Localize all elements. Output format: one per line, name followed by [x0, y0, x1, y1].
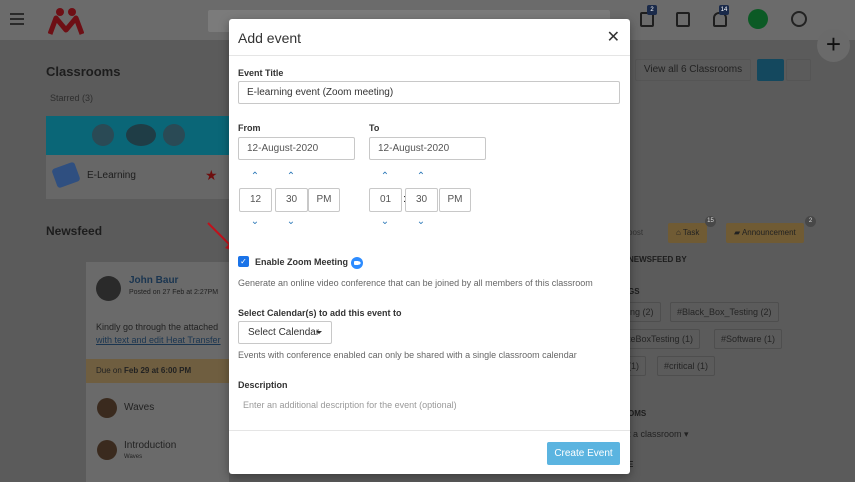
classroom-icon	[51, 161, 81, 189]
select-calendar-dropdown[interactable]: Select Calendar	[238, 321, 332, 344]
file-icon	[97, 398, 117, 418]
calendar-icon[interactable]	[676, 12, 690, 27]
announcement-label: Announcement	[741, 228, 796, 237]
classroom-select-label: t a classroom	[628, 429, 682, 439]
caret-down-icon	[316, 331, 322, 334]
from-minute-down-chevron-icon[interactable]: ⌄	[285, 217, 297, 227]
file-name[interactable]: Waves	[124, 402, 154, 413]
view-all-classrooms-button[interactable]: View all 6 Classrooms	[635, 59, 751, 81]
description-label: Description	[238, 380, 288, 390]
hashtag-chip[interactable]: #critical (1)	[657, 356, 716, 376]
enable-zoom-label[interactable]: Enable Zoom Meeting	[255, 257, 348, 267]
description-input[interactable]: Enter an additional description for the …	[238, 395, 620, 415]
file-name[interactable]: Introduction	[124, 440, 176, 451]
calendar-label: Select Calendar(s) to add this event to	[238, 308, 402, 318]
classroom-card[interactable]	[46, 155, 229, 199]
announcement-count-badge: 2	[805, 216, 816, 227]
banner-graphic	[126, 124, 156, 146]
zoom-help-text: Generate an online video conference that…	[238, 278, 593, 288]
user-avatar[interactable]	[748, 9, 768, 29]
hamburger-menu-icon[interactable]	[10, 13, 24, 25]
file-subtitle: Waves	[124, 454, 143, 460]
post-text: Kindly go through the attached	[96, 322, 219, 332]
to-ampm-toggle[interactable]: PM	[439, 188, 471, 212]
to-hour-up-chevron-icon[interactable]: ⌃	[379, 172, 391, 182]
post-author[interactable]: John Baur	[129, 275, 178, 286]
announcement-tab[interactable]: ▰ Announcement	[726, 223, 804, 243]
task-count-badge: 15	[705, 216, 716, 227]
enable-zoom-checkbox[interactable]: ✓	[238, 256, 249, 267]
classroom-name[interactable]: E-Learning	[87, 170, 136, 181]
from-hour-up-chevron-icon[interactable]: ⌃	[249, 172, 261, 182]
modal-title: Add event	[238, 30, 302, 46]
newsfeed-filter-heading: NEWSFEED BY	[628, 255, 687, 264]
due-date-row: Due on Feb 29 at 6:00 PM	[86, 359, 229, 383]
from-hour-input[interactable]: 12	[239, 188, 272, 212]
post-link[interactable]: with text and edit Heat Transfer	[96, 335, 221, 345]
from-minute-input[interactable]: 30	[275, 188, 308, 212]
hashtag-chip[interactable]: #Software (1)	[714, 329, 783, 349]
post-author-avatar[interactable]	[96, 276, 121, 301]
to-label: To	[369, 123, 380, 133]
classroom-select[interactable]: t a classroom ▾	[628, 429, 689, 440]
hashtag-chip[interactable]: #Black_Box_Testing (2)	[670, 302, 779, 322]
due-prefix: Due on	[96, 366, 122, 375]
file-icon	[97, 440, 117, 460]
calendar-help-text: Events with conference enabled can only …	[238, 350, 577, 360]
from-hour-down-chevron-icon[interactable]: ⌄	[249, 217, 261, 227]
to-date-input[interactable]: 12-August-2020	[369, 137, 486, 160]
from-label: From	[238, 123, 261, 133]
task-tab[interactable]: ⌂ Task	[668, 223, 708, 243]
task-label: Task	[682, 228, 700, 237]
to-minute-up-chevron-icon[interactable]: ⌃	[415, 172, 427, 182]
newsfeed-heading: Newsfeed	[46, 224, 103, 238]
banner-graphic	[163, 124, 185, 146]
create-event-button[interactable]: Create Event	[547, 442, 620, 465]
to-hour-down-chevron-icon[interactable]: ⌄	[379, 217, 391, 227]
from-date-input[interactable]: 12-August-2020	[238, 137, 355, 160]
classroom-banner[interactable]	[46, 116, 229, 155]
add-fab-button[interactable]: +	[817, 29, 850, 62]
to-minute-down-chevron-icon[interactable]: ⌄	[415, 217, 427, 227]
post-meta: Posted on 27 Feb at 2:27PM	[129, 289, 219, 296]
hashtag-chip[interactable]: teBoxTesting (1)	[622, 329, 701, 349]
from-minute-up-chevron-icon[interactable]: ⌃	[285, 172, 297, 182]
brand-logo[interactable]	[47, 6, 85, 36]
post-tab[interactable]: post	[628, 228, 643, 237]
classrooms-filter-heading: OMS	[628, 409, 647, 418]
notifications-badge: 2	[647, 5, 657, 15]
bell-badge: 14	[719, 5, 729, 15]
add-event-modal: Add event ✕ Event Title E-learning event…	[229, 19, 630, 474]
classrooms-heading: Classrooms	[46, 64, 121, 79]
starred-filter[interactable]: Starred (3)	[50, 93, 93, 103]
globe-icon[interactable]	[791, 11, 807, 27]
modal-header: Add event ✕	[229, 19, 630, 56]
banner-graphic	[92, 124, 114, 146]
close-icon[interactable]: ✕	[607, 27, 620, 47]
grid-view-icon[interactable]	[757, 59, 784, 81]
from-ampm-toggle[interactable]: PM	[308, 188, 340, 212]
due-date: Feb 29 at 6:00 PM	[124, 366, 192, 375]
to-minute-input[interactable]: 30	[405, 188, 438, 212]
modal-footer-divider	[229, 430, 630, 431]
list-view-icon[interactable]	[786, 59, 811, 81]
event-title-input[interactable]: E-learning event (Zoom meeting)	[238, 81, 620, 104]
event-title-label: Event Title	[238, 68, 284, 78]
star-icon[interactable]: ★	[205, 167, 218, 184]
to-hour-input[interactable]: 01	[369, 188, 402, 212]
zoom-camera-icon	[351, 257, 363, 269]
select-calendar-label: Select Calendar	[248, 327, 320, 338]
